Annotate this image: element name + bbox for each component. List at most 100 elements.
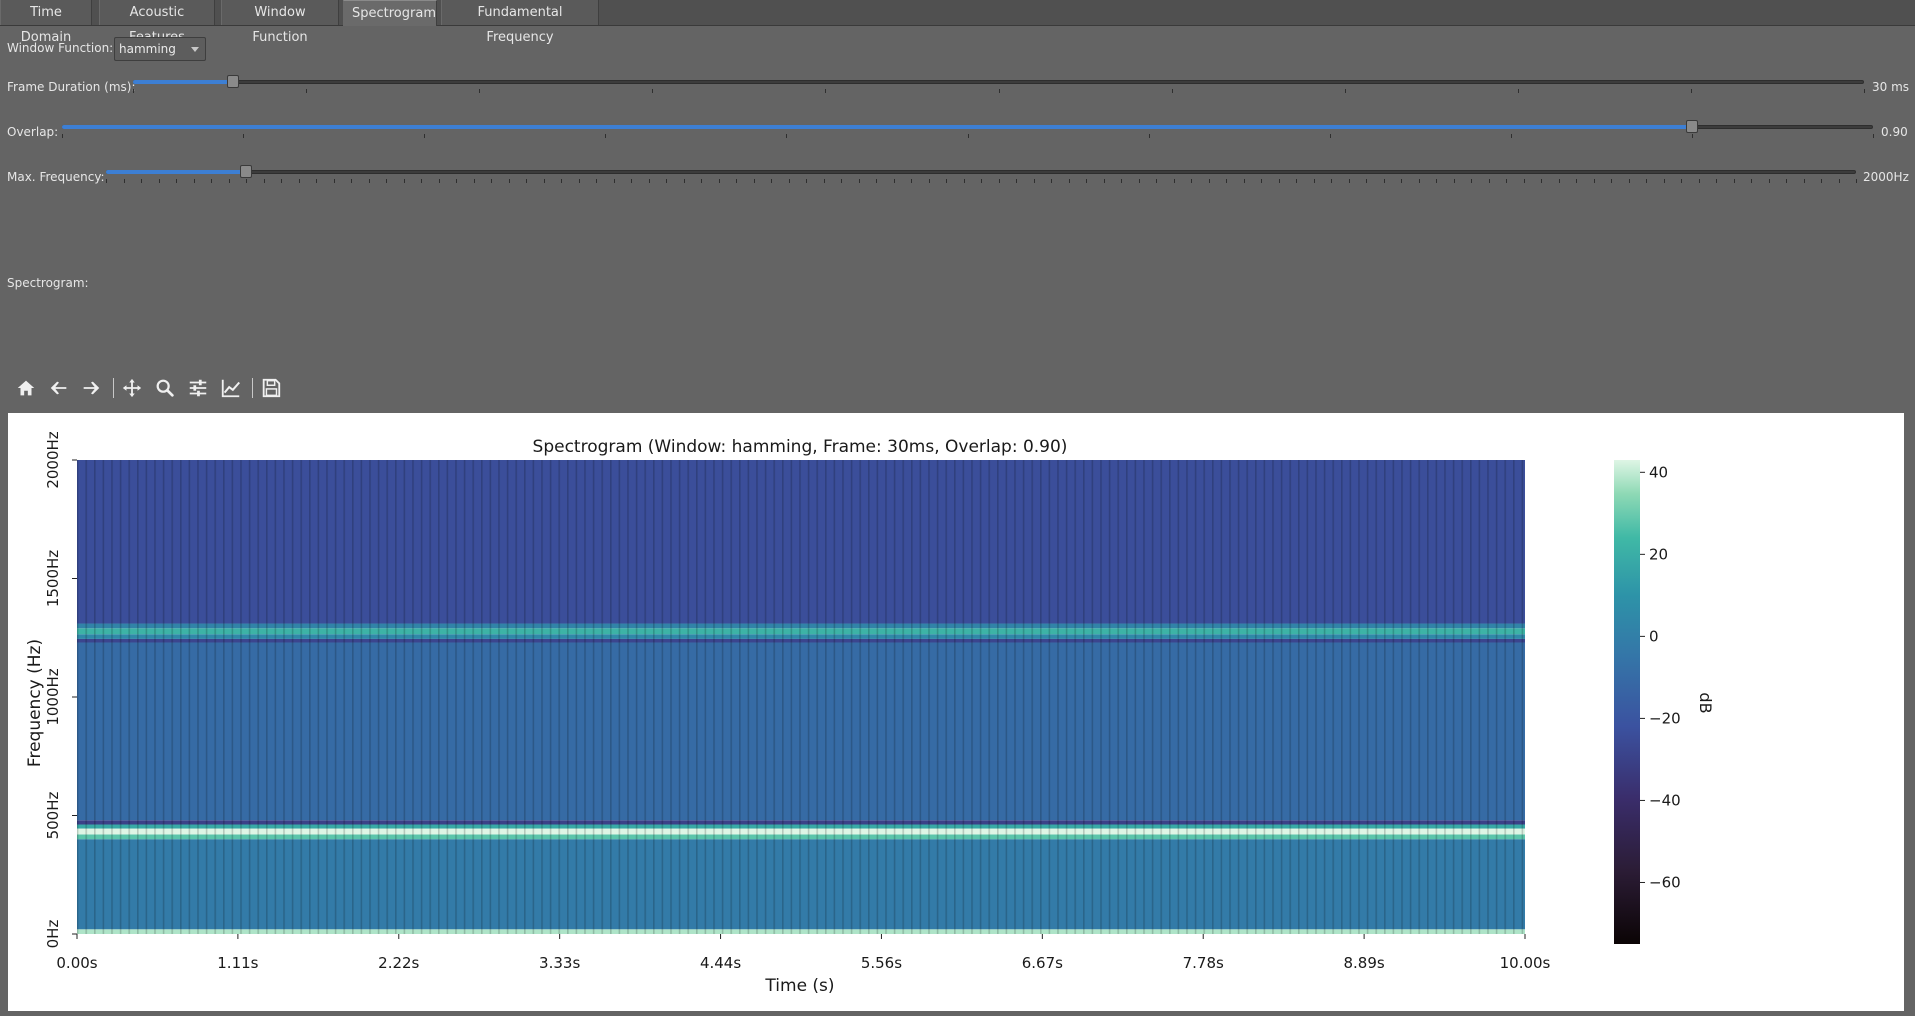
slider-tick <box>508 179 510 183</box>
slider-tick <box>928 179 930 183</box>
slider-handle[interactable] <box>1685 120 1698 133</box>
configure-subplots-icon[interactable] <box>185 374 211 402</box>
slider-tick <box>1628 179 1630 183</box>
colorbar-label: dB <box>1696 692 1715 713</box>
slider-tick <box>1331 179 1332 183</box>
slider-tick <box>1681 179 1682 183</box>
slider-tick <box>1821 179 1822 183</box>
slider-tick <box>1593 179 1595 183</box>
slider-handle[interactable] <box>227 75 240 88</box>
toolbar-separator <box>113 378 114 398</box>
time-frame-stripes <box>77 460 1525 934</box>
slider-tick <box>1436 179 1437 183</box>
slider-tick <box>193 179 195 183</box>
slider-tick <box>1261 179 1262 183</box>
y-tick-label: 1500Hz <box>44 550 62 607</box>
y-tick-label: 2000Hz <box>44 431 62 488</box>
forward-arrow-icon[interactable] <box>78 374 104 402</box>
slider-tick <box>1690 89 1692 93</box>
slider-tick <box>1329 134 1331 138</box>
tab-window-function[interactable]: Window Function <box>221 0 339 45</box>
slider-tick <box>1344 89 1346 93</box>
slider-tick <box>1751 179 1752 183</box>
tab-spectrogram[interactable]: Spectrogram <box>343 0 437 26</box>
slider-ticks <box>106 179 1857 184</box>
x-tick-label: 6.67s <box>1022 954 1063 972</box>
slider-tick <box>1103 179 1105 183</box>
slider-tick <box>1698 179 1700 183</box>
slider-tick <box>424 134 426 138</box>
tab-time-domain[interactable]: Time Domain <box>0 0 92 45</box>
slider-groove <box>106 170 1856 174</box>
max-frequency-slider[interactable] <box>106 162 1857 184</box>
x-tick-label: 8.89s <box>1344 954 1385 972</box>
slider-tick <box>648 179 650 183</box>
colorbar-tick-label: −60 <box>1649 873 1681 891</box>
slider-tick <box>1191 179 1192 183</box>
slider-fill <box>62 125 1692 129</box>
slider-tick <box>351 179 352 183</box>
back-arrow-icon[interactable] <box>46 374 72 402</box>
slider-tick <box>1401 179 1402 183</box>
slider-tick <box>158 179 160 183</box>
overlap-label: Overlap: <box>7 125 59 139</box>
chart-title: Spectrogram (Window: hamming, Frame: 30m… <box>533 437 1068 457</box>
colorbar-tick-label: 40 <box>1649 463 1668 481</box>
pan-icon[interactable] <box>119 374 145 402</box>
slider-tick <box>605 134 607 138</box>
colorbar <box>1614 460 1640 944</box>
frame-duration-slider[interactable] <box>133 72 1865 94</box>
slider-tick <box>1121 179 1122 183</box>
home-icon[interactable] <box>13 374 39 402</box>
chevron-down-icon <box>191 47 199 52</box>
y-tick-label: 0Hz <box>44 920 62 949</box>
x-tick-label: 0.00s <box>56 954 97 972</box>
overlap-slider[interactable] <box>62 117 1874 139</box>
slider-tick <box>841 179 842 183</box>
slider-tick <box>1278 179 1280 183</box>
slider-tick <box>652 89 654 93</box>
slider-tick <box>1051 179 1052 183</box>
tab-fundamental-frequency[interactable]: Fundamental Frequency <box>441 0 599 45</box>
slider-tick <box>1541 179 1542 183</box>
colorbar-ticks: 40 20 0 −20 −40 −60 <box>1640 463 1681 891</box>
slider-tick <box>421 179 422 183</box>
slider-tick <box>1716 179 1717 183</box>
slider-tick <box>823 179 825 183</box>
tab-acoustic-features[interactable]: Acoustic Features <box>99 0 215 45</box>
slider-tick <box>1418 179 1420 183</box>
slider-tick <box>893 179 895 183</box>
slider-tick <box>825 89 827 93</box>
slider-tick <box>788 179 790 183</box>
slider-tick <box>1171 89 1173 93</box>
slider-tick <box>123 179 125 183</box>
slider-tick <box>596 179 597 183</box>
toolbar-separator <box>252 378 253 398</box>
slider-tick <box>1803 179 1805 183</box>
slider-handle[interactable] <box>240 165 252 178</box>
plot-figure[interactable]: Spectrogram (Window: hamming, Frame: 30m… <box>8 413 1904 1011</box>
y-tick-label: 500Hz <box>44 791 62 839</box>
slider-tick <box>876 179 877 183</box>
slider-tick <box>1348 179 1350 183</box>
slider-tick <box>578 179 580 183</box>
zoom-icon[interactable] <box>152 374 178 402</box>
slider-tick <box>1383 179 1385 183</box>
slider-tick <box>1523 179 1525 183</box>
frame-duration-label: Frame Duration (ms): <box>7 80 136 94</box>
slider-fill <box>106 170 246 174</box>
spectrogram-chart: Spectrogram (Window: hamming, Frame: 30m… <box>25 431 1715 996</box>
save-icon[interactable] <box>258 374 284 402</box>
slider-tick <box>106 179 107 183</box>
slider-tick <box>403 179 405 183</box>
slider-tick <box>1226 179 1227 183</box>
slider-tick <box>386 179 387 183</box>
slider-ticks <box>133 89 1865 94</box>
slider-tick <box>243 134 245 138</box>
window-function-select[interactable]: hamming <box>114 37 206 61</box>
edit-axes-icon[interactable] <box>218 374 244 402</box>
slider-tick <box>438 179 440 183</box>
colorbar-tick-label: −40 <box>1649 791 1681 809</box>
slider-tick <box>141 179 142 183</box>
slider-tick <box>1243 179 1245 183</box>
